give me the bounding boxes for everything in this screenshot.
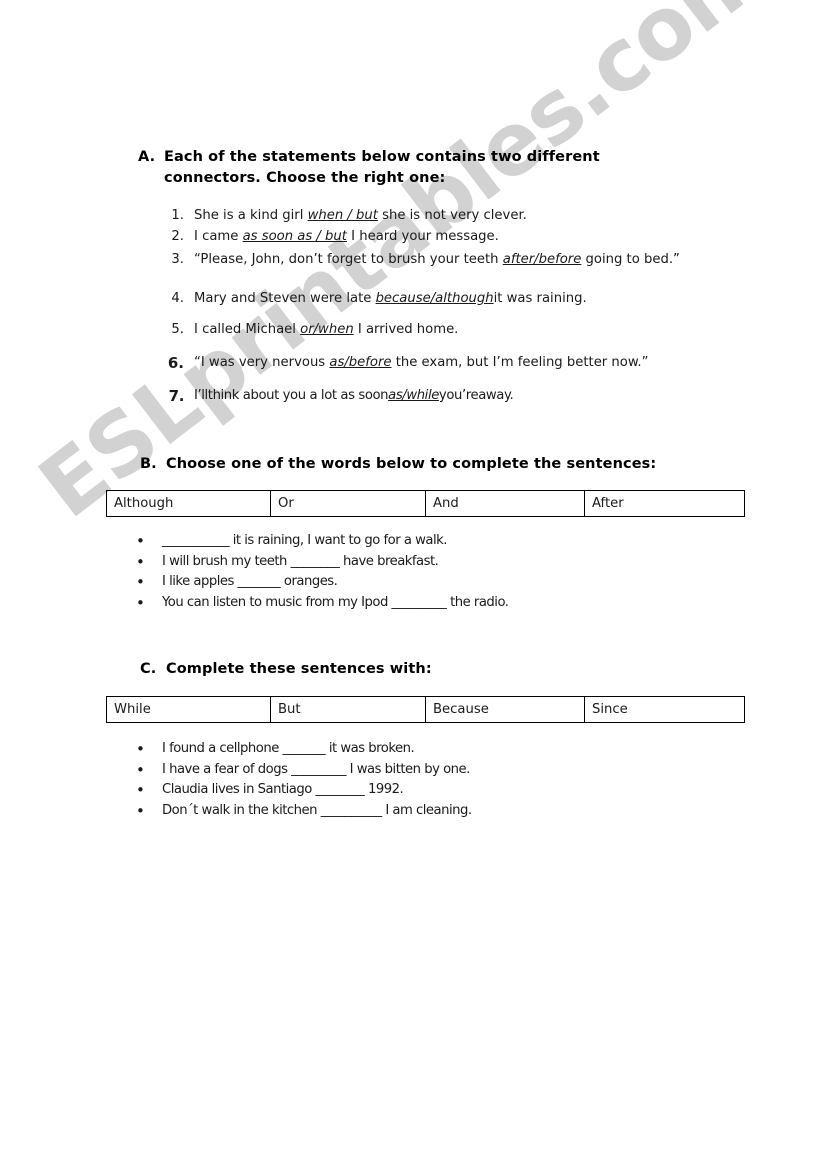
word-bank-cell[interactable]: Or (270, 490, 426, 517)
word-bank-cell[interactable]: After (584, 490, 745, 517)
worksheet-page: ESLprintables.com A. Each of the stateme… (0, 0, 826, 1169)
connector-choice[interactable]: or/when (300, 322, 354, 337)
question-text-pre: She is a kind girl (194, 208, 308, 223)
word-bank-cell[interactable]: But (270, 696, 426, 723)
list-item-text: I will brush my teeth ________ have brea… (162, 553, 439, 569)
section-c-word-bank: While But Because Since (106, 696, 745, 723)
bullet-icon: • (136, 532, 145, 550)
word-bank-cell[interactable]: Although (106, 490, 271, 517)
connector-choice[interactable]: because/although (376, 291, 494, 306)
bullet-icon: • (136, 740, 145, 758)
list-item-text: You can listen to music from my Ipod ___… (162, 594, 509, 610)
list-item: • You can listen to music from my Ipod _… (130, 593, 705, 614)
list-item-text: Claudia lives in Santiago ________ 1992. (162, 782, 404, 797)
bullet-icon: • (136, 552, 145, 571)
section-c-heading-text: Complete these sentences with: (166, 661, 432, 677)
list-item-text: ___________ it is raining, I want to go … (162, 533, 447, 548)
question-number: 3. (171, 252, 184, 267)
list-item: • I found a cellphone _______ it was bro… (130, 739, 705, 760)
word-bank-cell[interactable]: Because (425, 696, 585, 723)
table-row: Although Or And After (106, 490, 745, 517)
question-number: 4. (171, 291, 184, 306)
question-text-post: she is not very clever. (377, 208, 527, 223)
question-item-3: 3. “Please, John, don’t forget to brush … (160, 250, 729, 271)
bullet-icon: • (136, 781, 145, 799)
word-bank-cell[interactable]: While (106, 696, 271, 723)
question-text-post: I arrived home. (353, 322, 459, 337)
table-row: While But Because Since (106, 696, 745, 723)
section-b-word-bank: Although Or And After (106, 490, 745, 517)
question-item-2: 2. I came as soon as / but I heard your … (160, 229, 739, 244)
question-text-pre: I came (194, 229, 243, 244)
section-b-letter: B. (140, 456, 157, 472)
connector-choice[interactable]: as soon as / but (243, 229, 347, 244)
connector-choice[interactable]: when / but (308, 208, 378, 223)
bullet-icon: • (136, 801, 145, 820)
section-b-bullet-list: • ___________ it is raining, I want to g… (130, 531, 705, 613)
list-item: • I like apples _______ oranges. (130, 572, 705, 593)
question-text-post: the exam, but I’m feeling better now.” (391, 355, 649, 370)
question-text-pre: Mary and Steven were late (194, 291, 376, 306)
connector-choice[interactable]: as/before (329, 355, 391, 370)
connector-choice[interactable]: as/while (388, 388, 439, 403)
question-number: 2. (171, 229, 184, 244)
question-text-pre: “Please, John, don’t forget to brush you… (194, 252, 503, 267)
question-number: 7. (168, 387, 185, 405)
connector-choice[interactable]: after/before (503, 252, 582, 267)
bullet-icon: • (136, 573, 145, 591)
question-item-7: 7. I’llthink about you a lot as soonas/w… (160, 387, 739, 405)
bullet-icon: • (136, 593, 145, 612)
list-item: • ___________ it is raining, I want to g… (130, 531, 705, 552)
question-text-pre: I called Michael (194, 322, 301, 337)
section-b-heading-text: Choose one of the words below to complet… (166, 456, 657, 472)
question-text-post: you’reaway. (438, 388, 514, 403)
list-item-text: I found a cellphone _______ it was broke… (162, 741, 415, 756)
question-item-5: 5. I called Michael or/when I arrived ho… (160, 322, 739, 337)
list-item: • I have a fear of dogs _________ I was … (130, 760, 705, 781)
list-item-text: I have a fear of dogs _________ I was bi… (162, 761, 470, 777)
worksheet-content: A. Each of the statements below contains… (0, 0, 826, 1169)
bullet-icon: • (136, 760, 145, 779)
question-text-pre: I’llthink about you a lot as soon (194, 388, 389, 403)
section-c-bullet-list: • I found a cellphone _______ it was bro… (130, 739, 705, 821)
section-c-letter: C. (140, 661, 157, 677)
question-number: 6. (167, 354, 184, 372)
question-number: 5. (171, 322, 184, 337)
list-item: • Claudia lives in Santiago ________ 199… (130, 780, 705, 801)
section-a-heading-text: Each of the statements below contains tw… (164, 149, 600, 186)
question-text-post: I heard your message. (346, 229, 499, 244)
question-item-1: 1. She is a kind girl when / but she is … (160, 208, 739, 223)
list-item: • I will brush my teeth ________ have br… (130, 552, 705, 573)
word-bank-cell[interactable]: Since (584, 696, 745, 723)
word-bank-cell[interactable]: And (425, 490, 585, 517)
question-text-post: it was raining. (493, 291, 587, 306)
section-a-heading: A. Each of the statements below contains… (138, 147, 698, 188)
list-item-text: Don´t walk in the kitchen __________ I a… (162, 802, 472, 818)
section-b-heading: B. Choose one of the words below to comp… (140, 454, 710, 475)
list-item: • Don´t walk in the kitchen __________ I… (130, 801, 705, 822)
question-item-4: 4. Mary and Steven were late because/alt… (160, 291, 739, 306)
question-text-post: going to bed.” (581, 252, 680, 267)
list-item-text: I like apples _______ oranges. (162, 574, 338, 589)
question-item-6: 6. “I was very nervous as/before the exa… (160, 354, 754, 372)
section-c-heading: C. Complete these sentences with: (140, 659, 710, 680)
question-number: 1. (171, 208, 184, 223)
section-a-letter: A. (138, 149, 156, 165)
question-text-pre: “I was very nervous (194, 355, 330, 370)
